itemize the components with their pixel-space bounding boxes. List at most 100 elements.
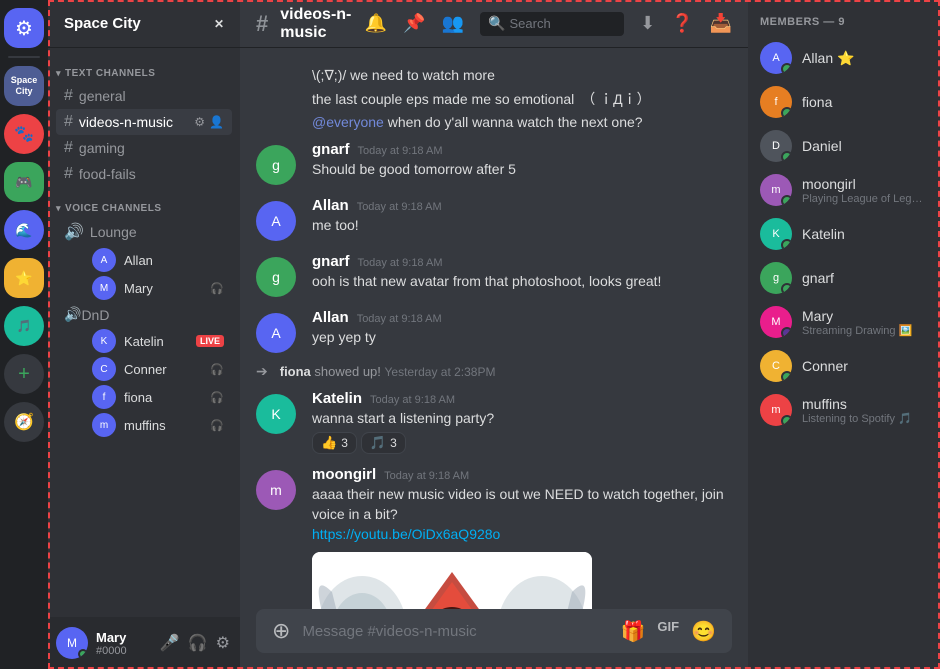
member-item-mary[interactable]: M Mary Streaming Drawing 🖼️ [752,300,936,344]
avatar: g [256,145,296,185]
message-content: gnarf Today at 9:18 AM ooh is that new a… [312,253,732,297]
member-name: muffins [802,396,928,412]
message-text: wanna start a listening party? [312,409,732,429]
bell-icon[interactable]: 🔔 [365,13,387,34]
hash-icon: # [64,113,73,131]
member-item-katelin[interactable]: K Katelin [752,212,936,256]
message-input-box: ⊕ 🎁 GIF 😊 [256,609,732,653]
server-header[interactable]: Space City ✕ [48,0,240,48]
gift-icon[interactable]: 🎁 [621,619,646,644]
member-badge: ⭐ [837,50,854,66]
status-indicator [781,415,792,426]
download-icon[interactable]: ⬇ [640,13,655,34]
server-icon-5[interactable]: ⭐ [4,258,44,298]
settings-icon[interactable]: ⚙ [194,115,205,129]
member-status: Streaming Drawing 🖼️ [802,324,928,337]
voice-user-name: muffins [124,418,202,433]
gif-icon[interactable]: GIF [657,619,679,644]
message-author[interactable]: moongirl [312,466,376,483]
avatar: C [760,350,792,382]
avatar: A [256,201,296,241]
emoji-icon[interactable]: 😊 [691,619,716,644]
voice-user-allan[interactable]: A Allan [84,246,232,274]
discord-logo: ⚙ [15,16,33,41]
voice-channel-dnd[interactable]: 🔊 DnD [56,302,232,327]
message-input[interactable] [302,613,608,650]
server-icon-spacecity[interactable]: Space City [4,66,44,106]
member-item-allan[interactable]: A Allan ⭐ [752,36,936,80]
add-server-button[interactable]: + [4,354,44,394]
voice-channel-lounge[interactable]: 🔊 Lounge [56,218,232,246]
status-indicator [781,283,792,294]
deafen-icon[interactable]: 🎧 [186,631,210,655]
discord-home-icon[interactable]: ⚙ [4,8,44,48]
message-timestamp: Today at 9:18 AM [357,201,442,213]
status-indicator [781,371,792,382]
youtube-link[interactable]: https://youtu.be/OiDx6aQ928o [312,526,500,542]
search-bar[interactable]: 🔍 [480,12,624,36]
member-item-muffins[interactable]: m muffins Listening to Spotify 🎵 [752,388,936,432]
help-icon[interactable]: ❓ [671,13,693,34]
channel-hash-icon: # [256,11,268,37]
voice-user-fiona[interactable]: f fiona 🎧 [84,383,232,411]
member-item-fiona[interactable]: f fiona [752,80,936,124]
message-author[interactable]: Katelin [312,390,362,407]
avatar: K [92,329,116,353]
video-embed[interactable]: BEAK ▶ [312,552,592,609]
message-author[interactable]: Allan [312,309,349,326]
channels-list: ▾ TEXT CHANNELS # general # videos-n-mus… [48,48,240,617]
settings-icon[interactable]: ⚙ [214,631,232,655]
arrow-right-icon: ➔ [256,363,268,380]
server-icon-4[interactable]: 🌊 [4,210,44,250]
inbox-icon[interactable]: 📥 [710,13,732,34]
message-author[interactable]: gnarf [312,253,350,270]
voice-user-name: Katelin [124,334,184,349]
server-icon-6[interactable]: 🎵 [4,306,44,346]
members-icon[interactable]: 👥 [442,13,464,34]
text-channels-category[interactable]: ▾ TEXT CHANNELS [48,56,240,83]
pin-icon[interactable]: 📌 [403,13,425,34]
member-info: moongirl Playing League of Legends 🎮 [802,176,928,205]
member-info: Katelin [802,226,928,242]
avatar: f [92,385,116,409]
member-item-conner[interactable]: C Conner [752,344,936,388]
voice-user-mary[interactable]: M Mary 🎧 [84,274,232,302]
reaction-music[interactable]: 🎵 3 [361,432,406,454]
voice-user-name: fiona [124,390,202,405]
voice-user-katelin[interactable]: K Katelin LIVE [84,327,232,355]
voice-channels-category[interactable]: ▾ VOICE CHANNELS [48,191,240,218]
channel-item-videos-n-music[interactable]: # videos-n-music ⚙ 👤 [56,109,232,135]
channel-item-gaming[interactable]: # gaming [56,135,232,161]
message-author[interactable]: gnarf [312,141,350,158]
avatar: m [760,174,792,206]
message-text: \(;∇;)/ we need to watch more [312,66,495,86]
member-item-daniel[interactable]: D Daniel [752,124,936,168]
server-icon-3[interactable]: 🎮 [4,162,44,202]
add-user-icon[interactable]: 👤 [209,115,224,129]
server-icon-2[interactable]: 🐾 [4,114,44,154]
channel-sidebar: Space City ✕ ▾ TEXT CHANNELS # general #… [48,0,240,669]
search-input[interactable] [510,16,617,31]
member-item-gnarf[interactable]: g gnarf [752,256,936,300]
avatar: M [56,627,88,659]
message-author[interactable]: Allan [312,197,349,214]
member-item-moongirl[interactable]: m moongirl Playing League of Legends 🎮 [752,168,936,212]
message-content: moongirl Today at 9:18 AM aaaa their new… [312,466,732,609]
hash-icon: # [64,139,73,157]
explore-icon[interactable]: 🧭 [4,402,44,442]
member-info: Allan ⭐ [802,50,928,67]
message-group: A Allan Today at 9:18 AM yep yep ty [240,303,748,359]
mute-icon[interactable]: 🎤 [158,631,182,655]
voice-user-conner[interactable]: C Conner 🎧 [84,355,232,383]
user-area: M Mary #0000 🎤 🎧 ⚙ [48,617,240,669]
message-content: gnarf Today at 9:18 AM Should be good to… [312,141,732,185]
message-text: me too! [312,216,732,236]
voice-user-muffins[interactable]: m muffins 🎧 [84,411,232,439]
reaction-thumbsup[interactable]: 👍 3 [312,432,357,454]
channel-item-general[interactable]: # general [56,83,232,109]
member-name: gnarf [802,270,928,286]
add-file-icon[interactable]: ⊕ [272,618,290,644]
hash-icon: # [64,165,73,183]
channel-item-food-fails[interactable]: # food-fails [56,161,232,187]
voice-channel-name: Lounge [90,224,137,240]
